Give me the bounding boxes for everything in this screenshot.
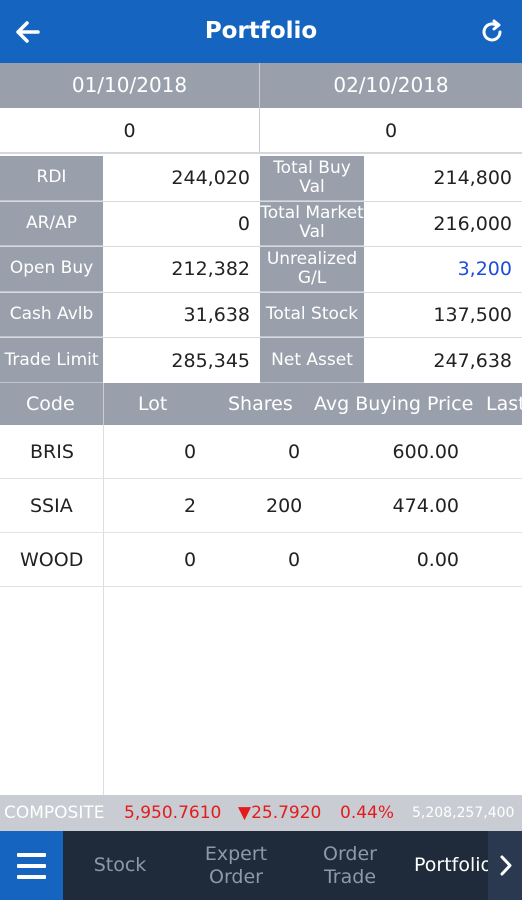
shares-value: 0: [288, 549, 301, 571]
ticker-change: ▼25.7920: [238, 803, 322, 823]
date-header-row: 01/10/2018 02/10/2018: [0, 63, 522, 108]
date-right-value: 0: [260, 108, 522, 152]
column-header-code[interactable]: Code: [26, 383, 75, 425]
summary-value: 244,020: [103, 156, 260, 201]
shares-value: 0: [288, 441, 301, 463]
summary-row: Trade Limit 285,345 Net Asset 247,638: [0, 338, 522, 384]
avg-price-value: 600.00: [392, 441, 459, 463]
table-row[interactable]: BRIS 0 0 600.00: [0, 425, 522, 479]
menu-icon[interactable]: [0, 831, 63, 900]
summary-grid: RDI 244,020 Total Buy Val 214,800 AR/AP …: [0, 156, 522, 384]
chevron-right-icon[interactable]: [488, 831, 522, 900]
ticker-index-name: COMPOSITE: [4, 803, 105, 823]
ticker-percent: 0.44%: [340, 803, 395, 823]
summary-label: Unrealized G/L: [260, 247, 364, 292]
date-right[interactable]: 02/10/2018: [260, 63, 522, 108]
summary-label: AR/AP: [0, 201, 103, 247]
summary-row: Cash Avlb 31,638 Total Stock 137,500: [0, 292, 522, 339]
holdings-table-header: Code Lot Shares Avg Buying Price Last: [0, 383, 522, 425]
summary-label: Total Market Val: [260, 201, 364, 247]
stock-code: SSIA: [30, 495, 73, 517]
app-header: Portfolio: [0, 0, 522, 63]
column-header-lot[interactable]: Lot: [138, 383, 167, 425]
summary-label: Total Buy Val: [260, 156, 364, 201]
summary-value: 214,800: [364, 156, 522, 201]
summary-label: Cash Avlb: [0, 292, 103, 338]
column-header-last[interactable]: Last: [486, 383, 522, 425]
summary-label: Open Buy: [0, 247, 103, 292]
refresh-icon[interactable]: [476, 16, 508, 48]
nav-item-order-trade[interactable]: Order Trade: [304, 831, 396, 900]
date-value-row: 0 0: [0, 108, 522, 154]
column-divider: [103, 383, 104, 425]
summary-row: Open Buy 212,382 Unrealized G/L 3,200: [0, 247, 522, 293]
nav-item-expert-order[interactable]: Expert Order: [186, 831, 286, 900]
lot-value: 0: [184, 441, 197, 463]
summary-value: 0: [103, 201, 260, 247]
avg-price-value: 474.00: [392, 495, 459, 517]
date-left[interactable]: 01/10/2018: [0, 63, 260, 108]
holdings-table-body: BRIS 0 0 600.00 SSIA 2 200 474.00 WOOD 0…: [0, 425, 522, 795]
column-header-shares[interactable]: Shares: [228, 383, 293, 425]
summary-label: Net Asset: [260, 338, 364, 383]
page-title: Portfolio: [204, 18, 318, 44]
summary-row: RDI 244,020 Total Buy Val 214,800: [0, 156, 522, 202]
column-header-avg-price[interactable]: Avg Buying Price: [314, 383, 473, 425]
summary-value: 31,638: [103, 292, 260, 338]
lot-value: 2: [184, 495, 197, 517]
stock-code: BRIS: [30, 441, 74, 463]
summary-label: Total Stock: [260, 292, 364, 338]
ticker-index-value: 5,950.7610: [124, 803, 222, 823]
ticker-volume: 5,208,257,400: [412, 805, 515, 821]
lot-value: 0: [184, 549, 197, 571]
summary-value: 212,382: [103, 247, 260, 292]
table-row[interactable]: SSIA 2 200 474.00: [0, 479, 522, 533]
summary-value: 216,000: [364, 201, 522, 247]
table-row[interactable]: WOOD 0 0 0.00: [0, 533, 522, 587]
date-left-value: 0: [0, 108, 260, 152]
shares-value: 200: [266, 495, 303, 517]
summary-value: 285,345: [103, 338, 260, 383]
stock-code: WOOD: [20, 549, 84, 571]
summary-label: RDI: [0, 156, 103, 201]
summary-value: 247,638: [364, 338, 522, 383]
unrealized-gl-value: 3,200: [364, 247, 522, 292]
summary-label: Trade Limit: [0, 338, 103, 383]
summary-row: AR/AP 0 Total Market Val 216,000: [0, 201, 522, 248]
bottom-nav: Stock Expert Order Order Trade Portfolio: [0, 831, 522, 900]
avg-price-value: 0.00: [416, 549, 459, 571]
summary-value: 137,500: [364, 292, 522, 338]
arrow-left-icon[interactable]: [10, 14, 46, 50]
nav-item-stock[interactable]: Stock: [80, 831, 160, 900]
index-ticker[interactable]: COMPOSITE 5,950.7610 ▼25.7920 0.44% 5,20…: [0, 795, 522, 831]
